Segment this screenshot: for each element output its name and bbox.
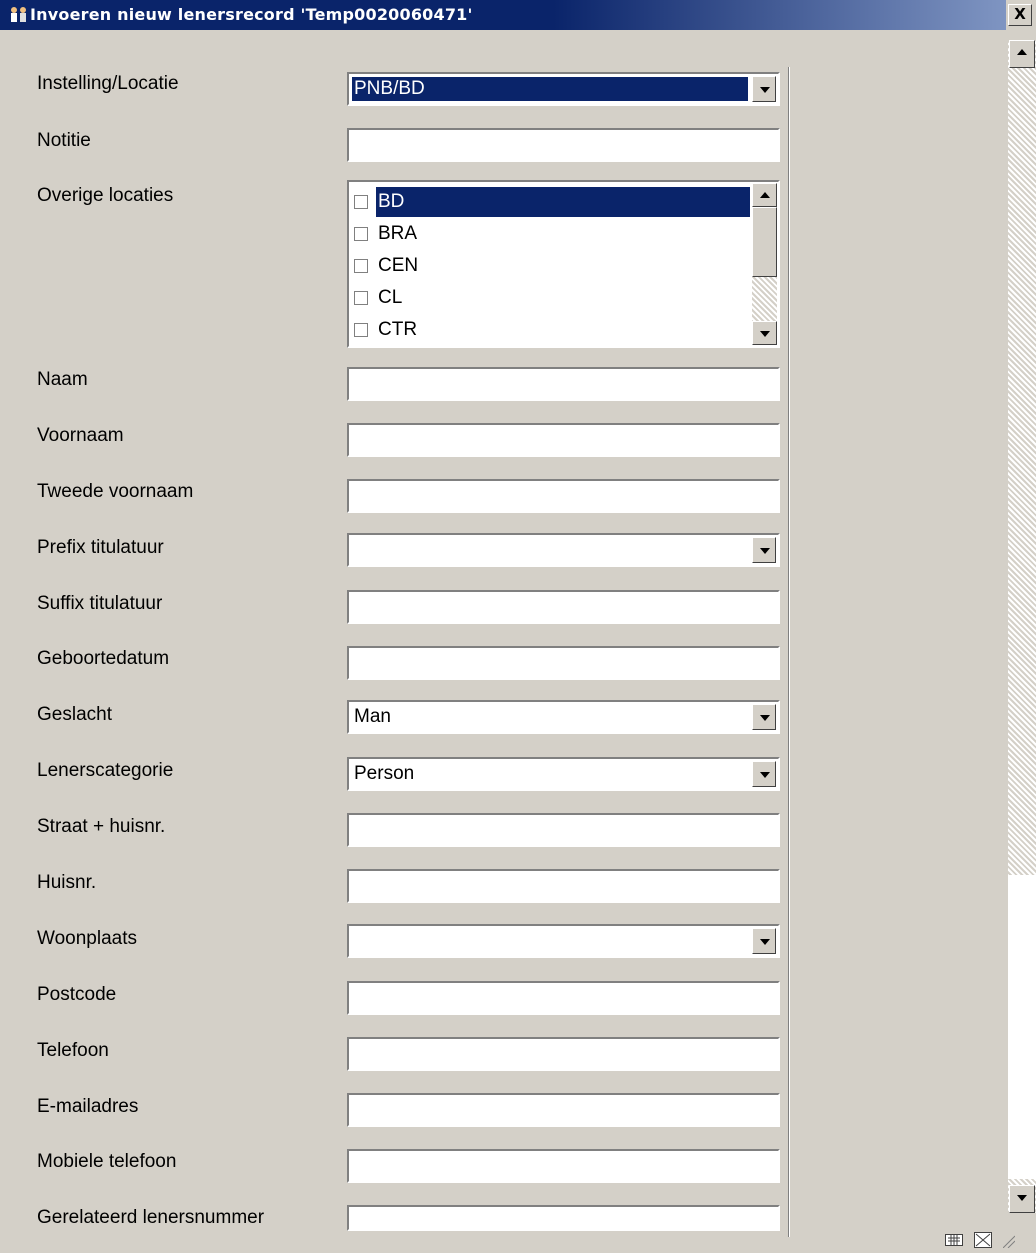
list-scrollbar[interactable] (752, 183, 777, 345)
scroll-up-icon[interactable] (1009, 40, 1035, 68)
status-icons (945, 1232, 1016, 1252)
notitie-field[interactable] (347, 128, 780, 162)
instelling-locatie-label: Instelling/Locatie (37, 73, 179, 94)
scroll-down-icon[interactable] (752, 321, 777, 345)
close-button[interactable]: X (1008, 4, 1032, 26)
chevron-down-icon[interactable] (752, 76, 776, 102)
window-title: Invoeren nieuw lenersrecord 'Temp0020060… (30, 5, 473, 24)
list-item[interactable]: CTR (352, 315, 750, 345)
gerelateerd-lenersnummer-field[interactable] (347, 1205, 780, 1231)
title-bar: Invoeren nieuw lenersrecord 'Temp0020060… (0, 0, 1006, 30)
suffix-titulatuur-label: Suffix titulatuur (37, 593, 163, 614)
lenerscategorie-select[interactable]: Person (347, 757, 780, 791)
naam-label: Naam (37, 369, 88, 390)
chevron-down-icon[interactable] (752, 537, 776, 563)
overige-locaties-list[interactable]: BD BRA CEN CL CTR (347, 180, 780, 348)
postcode-label: Postcode (37, 984, 117, 1005)
geboortedatum-field[interactable] (347, 646, 780, 680)
checkbox[interactable] (354, 227, 368, 241)
naam-field[interactable] (347, 367, 780, 401)
users-icon (8, 6, 30, 24)
list-item[interactable]: BD (352, 187, 750, 217)
keyboard-icon[interactable] (945, 1232, 963, 1248)
suffix-titulatuur-field[interactable] (347, 590, 780, 624)
overige-locaties-label: Overige locaties (37, 185, 174, 206)
telefoon-field[interactable] (347, 1037, 780, 1071)
lenerscategorie-value: Person (354, 763, 415, 784)
woonplaats-value (352, 929, 748, 953)
woonplaats-label: Woonplaats (37, 928, 137, 949)
scroll-thumb[interactable] (752, 207, 777, 277)
huisnr-field[interactable] (347, 869, 780, 903)
woonplaats-select[interactable] (347, 924, 780, 958)
chevron-down-icon[interactable] (752, 761, 776, 787)
list-item-label: CTR (378, 319, 418, 340)
geslacht-select[interactable]: Man (347, 700, 780, 734)
column-divider (788, 67, 790, 1237)
geboortedatum-label: Geboortedatum (37, 648, 170, 669)
huisnr-label: Huisnr. (37, 872, 97, 893)
emailadres-label: E-mailadres (37, 1096, 139, 1117)
mobiele-telefoon-field[interactable] (347, 1149, 780, 1183)
chevron-down-icon[interactable] (752, 928, 776, 954)
checkbox[interactable] (354, 195, 368, 209)
tweede-voornaam-label: Tweede voornaam (37, 481, 194, 502)
checkbox[interactable] (354, 323, 368, 337)
telefoon-label: Telefoon (37, 1040, 109, 1061)
chevron-down-icon[interactable] (752, 704, 776, 730)
mobiele-telefoon-label: Mobiele telefoon (37, 1151, 177, 1172)
window-scrollbar[interactable] (1008, 40, 1036, 1213)
gerelateerd-lenersnummer-label: Gerelateerd lenersnummer (37, 1207, 265, 1228)
geslacht-value: Man (354, 706, 391, 727)
postcode-field[interactable] (347, 981, 780, 1015)
list-item-label: CEN (378, 255, 419, 276)
resize-grip-icon[interactable] (1002, 1232, 1016, 1249)
checkbox[interactable] (354, 291, 368, 305)
prefix-titulatuur-label: Prefix titulatuur (37, 537, 164, 558)
prefix-titulatuur-select[interactable] (347, 533, 780, 567)
notitie-label: Notitie (37, 130, 91, 151)
list-item[interactable]: BRA (352, 219, 750, 249)
maximize-icon[interactable] (974, 1232, 993, 1248)
instelling-locatie-value: PNB/BD (352, 77, 748, 101)
emailadres-field[interactable] (347, 1093, 780, 1127)
scroll-down-icon[interactable] (1009, 1185, 1035, 1213)
geslacht-label: Geslacht (37, 704, 112, 725)
list-item[interactable]: CL (352, 283, 750, 313)
tweede-voornaam-field[interactable] (347, 479, 780, 513)
scroll-thumb[interactable] (1008, 875, 1036, 1179)
instelling-locatie-select[interactable]: PNB/BD (347, 72, 780, 106)
list-item-label: BD (376, 187, 750, 217)
prefix-titulatuur-value (352, 538, 748, 562)
list-item[interactable]: CEN (352, 251, 750, 281)
lenerscategorie-label: Lenerscategorie (37, 760, 174, 781)
voornaam-field[interactable] (347, 423, 780, 457)
list-item-label: BRA (378, 223, 418, 244)
checkbox[interactable] (354, 259, 368, 273)
scroll-up-icon[interactable] (752, 183, 777, 207)
straat-label: Straat + huisnr. (37, 816, 166, 837)
straat-field[interactable] (347, 813, 780, 847)
voornaam-label: Voornaam (37, 425, 124, 446)
list-item-label: CL (378, 287, 403, 308)
